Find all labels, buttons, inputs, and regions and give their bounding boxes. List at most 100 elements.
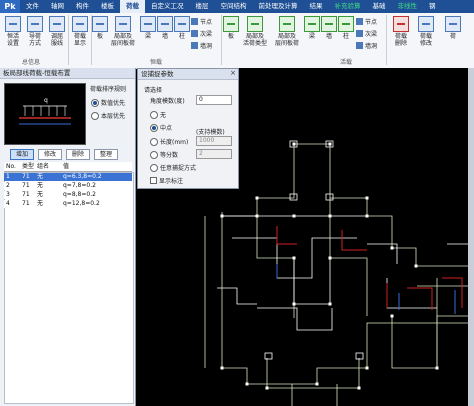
snap-none-radio[interactable]: 无 xyxy=(150,110,166,119)
delete-icon xyxy=(393,16,409,32)
display-icon xyxy=(72,16,88,32)
sort-rule-title: 荷载排序规则 xyxy=(90,86,127,93)
tab-member[interactable]: 构件 xyxy=(70,0,95,13)
delete-button[interactable]: 删除 xyxy=(66,149,90,160)
dead-local-slab-button[interactable]: 局部及 层间板荷 xyxy=(108,16,138,47)
col-group: 组名 xyxy=(37,163,50,170)
col-no: No. xyxy=(6,163,16,170)
divider xyxy=(221,15,222,65)
load-preview: q xyxy=(4,83,86,145)
tab-foundation[interactable]: 基础 xyxy=(367,0,392,13)
table-row[interactable]: 1 71 无 q=6.3,8=0.2 xyxy=(4,173,132,181)
load-modify-button[interactable]: 荷载 修改 xyxy=(415,16,437,47)
angle-input[interactable]: 0 xyxy=(196,95,232,105)
preview-background xyxy=(5,84,85,144)
tab-result[interactable]: 结果 xyxy=(304,0,329,13)
dead-wall-hole-button[interactable]: 墙洞 xyxy=(191,41,212,50)
show-mark-checkbox[interactable]: 显示标注 xyxy=(150,176,183,185)
sort-value-first-radio[interactable]: 数值优先 xyxy=(91,98,125,107)
live-beam-button[interactable]: 梁 xyxy=(304,16,320,40)
dead-beam-button[interactable]: 梁 xyxy=(140,16,156,40)
yield-line-icon xyxy=(49,16,65,32)
tab-floor[interactable]: 楼层 xyxy=(190,0,215,13)
snap-divide-radio[interactable]: 等分数 xyxy=(150,150,178,159)
tab-file[interactable]: 文件 xyxy=(20,0,45,13)
load-more-button[interactable]: 荷 xyxy=(442,16,464,40)
wall-icon xyxy=(157,16,173,32)
live-slab-button[interactable]: 板 xyxy=(223,16,239,40)
sort-floor-first-radio[interactable]: 本层优先 xyxy=(91,111,125,120)
add-button[interactable]: 增加 xyxy=(10,149,34,160)
settings-icon xyxy=(5,16,21,32)
tab-steel[interactable]: 钢 xyxy=(423,0,442,13)
edit-icon xyxy=(418,16,434,32)
dead-slab-button[interactable]: 板 xyxy=(92,16,108,40)
length-input[interactable]: 1000 xyxy=(196,136,232,146)
live-node-button[interactable]: 节点 xyxy=(356,17,377,26)
live-secondary-beam-button[interactable]: 次梁 xyxy=(356,29,377,38)
dead-wall-button[interactable]: 墙 xyxy=(157,16,173,40)
tab-axis[interactable]: 轴网 xyxy=(45,0,70,13)
live-type-icon xyxy=(247,16,263,32)
dead-secondary-beam-button[interactable]: 次梁 xyxy=(191,29,212,38)
support-note: (支持模数) xyxy=(196,129,225,136)
wall-hole-icon xyxy=(356,42,363,49)
snap-any-radio[interactable]: 任意捕捉方式 xyxy=(150,163,196,172)
tab-slab[interactable]: 楼板 xyxy=(95,0,120,13)
tidy-button[interactable]: 整理 xyxy=(94,149,118,160)
slab-icon xyxy=(223,16,239,32)
radio-dot xyxy=(150,137,158,146)
live-wall-hole-button[interactable]: 墙洞 xyxy=(356,41,377,50)
load-transfer-button[interactable]: 导荷 方式 xyxy=(25,16,45,47)
group-label-live: 活载 xyxy=(340,59,353,66)
tab-supplement[interactable]: 补充验算 xyxy=(329,0,367,13)
close-icon[interactable]: × xyxy=(230,69,236,77)
angle-label: 角度模数(度) xyxy=(150,98,185,105)
modify-button[interactable]: 修改 xyxy=(38,149,62,160)
snap-settings-dialog: 设捕捉参数 × 请选择 角度模数(度) 0 无 中点 (支持模数) 长度(mm)… xyxy=(137,68,239,189)
live-wall-button[interactable]: 墙 xyxy=(321,16,337,40)
group-label-general: 总信息 xyxy=(22,59,41,66)
tab-custom-case[interactable]: 自定义工况 xyxy=(145,0,190,13)
snap-length-radio[interactable]: 长度(mm) xyxy=(150,137,188,146)
table-row[interactable]: 3 71 无 q=8,8=0.2 xyxy=(4,191,132,199)
live-column-button[interactable]: 柱 xyxy=(338,16,354,40)
tab-nonlinear[interactable]: 非线性 xyxy=(392,0,424,13)
dead-node-button[interactable]: 节点 xyxy=(191,17,212,26)
table-row[interactable]: 2 71 无 q=7,8=0.2 xyxy=(4,182,132,190)
tab-preprocess[interactable]: 前处理及计算 xyxy=(253,0,304,13)
col-value: 值 xyxy=(63,163,70,170)
dead-column-button[interactable]: 柱 xyxy=(174,16,190,40)
snap-midpoint-radio[interactable]: 中点 xyxy=(150,123,172,132)
dialog-title: 设捕捉参数 xyxy=(138,69,238,80)
radio-dot xyxy=(91,98,99,107)
dialog-subtitle: 请选择 xyxy=(144,87,163,94)
local-slab-icon xyxy=(115,16,131,32)
yield-line-button[interactable]: 调屈 服线 xyxy=(47,16,67,47)
table-row[interactable]: 4 71 无 q=12,8=0.2 xyxy=(4,200,132,208)
live-local-slab-button[interactable]: 局部及 层间板荷 xyxy=(272,16,302,47)
panel-title: 板局部线荷载-恒载布置 xyxy=(0,68,135,79)
radio-dot xyxy=(150,110,158,119)
load-delete-button[interactable]: 荷载 删除 xyxy=(390,16,412,47)
tab-space-structure[interactable]: 空间结构 xyxy=(215,0,253,13)
dead-live-setting-button[interactable]: 恒活 设置 xyxy=(3,16,23,47)
radio-dot xyxy=(150,163,158,172)
ribbon: 恒活 设置 导荷 方式 调屈 服线 荷载 显示 板 局部及 层间板荷 梁 墙 柱… xyxy=(0,13,474,69)
tab-load[interactable]: 荷载 xyxy=(120,0,145,13)
table-header: No. 类型 组名 值 xyxy=(4,162,132,172)
wall-icon xyxy=(321,16,337,32)
column-icon xyxy=(174,16,190,32)
col-type: 类型 xyxy=(22,163,35,170)
divider xyxy=(386,15,387,65)
live-type-button[interactable]: 局部及 活荷类型 xyxy=(240,16,270,47)
node-icon xyxy=(191,18,198,25)
menu-bar: Pk 文件 轴网 构件 楼板 荷载 自定义工况 楼层 空间结构 前处理及计算 结… xyxy=(0,0,474,13)
canvas-scrollbar[interactable] xyxy=(468,68,474,406)
radio-dot xyxy=(150,150,158,159)
load-display-button[interactable]: 荷载 显示 xyxy=(70,16,90,47)
node-icon xyxy=(356,18,363,25)
load-layout-panel: 板局部线荷载-恒载布置 q 荷载排序规则 数值优先 本层优先 增加 修改 删除 … xyxy=(0,68,136,406)
local-slab-icon xyxy=(279,16,295,32)
divide-input[interactable]: 2 xyxy=(196,149,232,159)
